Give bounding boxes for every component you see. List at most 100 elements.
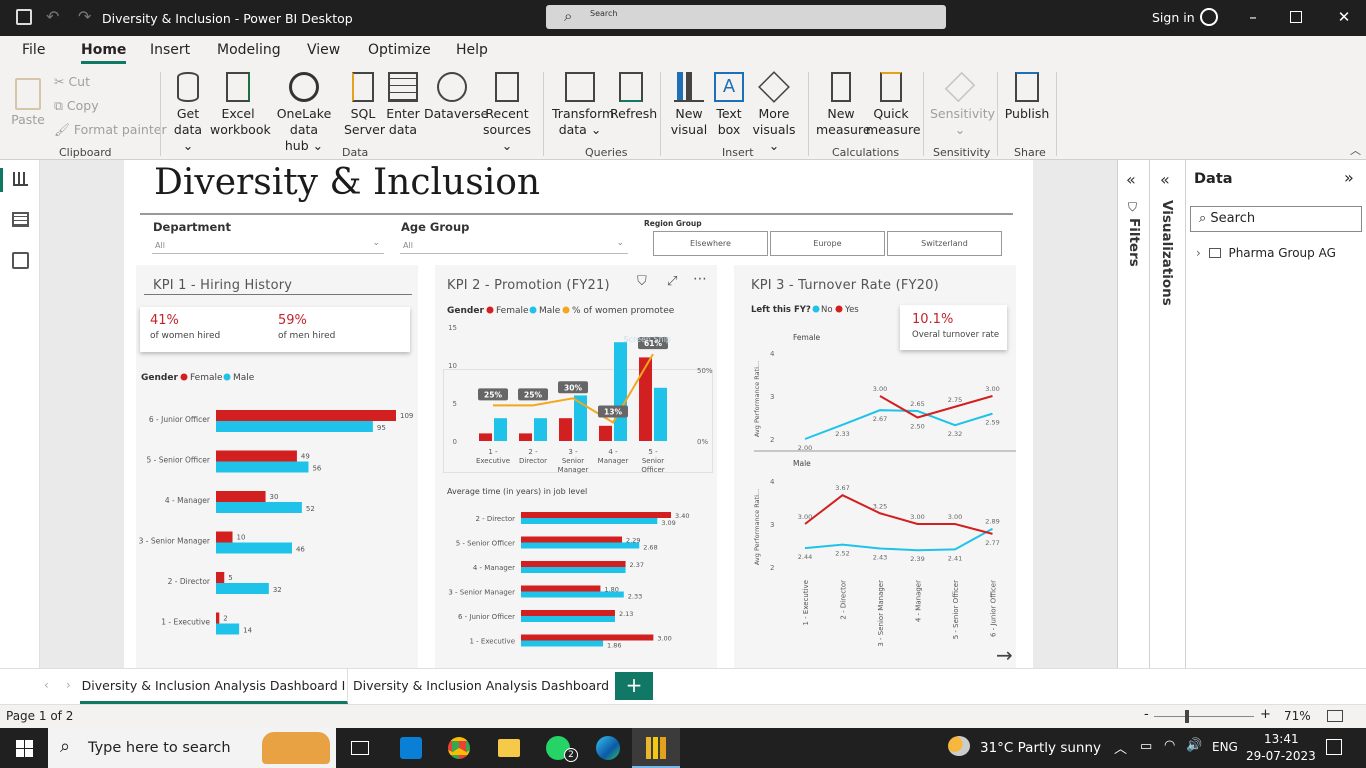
focus-mode-icon[interactable]: ⤢ — [667, 274, 677, 289]
menu-modeling[interactable]: Modeling — [217, 42, 281, 58]
network-icon[interactable]: ▭ — [1140, 739, 1152, 754]
filters-label[interactable]: Filters — [1126, 218, 1142, 267]
sign-in-link[interactable]: Sign in — [1152, 10, 1195, 25]
format-painter-button[interactable]: 🖌 Format painter — [54, 122, 167, 138]
language-indicator[interactable]: ENG — [1212, 740, 1238, 754]
show-hidden-icons[interactable]: ︿ — [1114, 738, 1127, 757]
edge-icon[interactable] — [596, 736, 620, 760]
get-data-button[interactable]: Get data ⌄ — [168, 72, 208, 154]
filter-icon[interactable]: ⛉ — [637, 274, 647, 289]
close-icon[interactable]: ✕ — [1334, 8, 1354, 28]
tab-dashboard-1[interactable]: Diversity & Inclusion Analysis Dashboard… — [80, 669, 348, 704]
zoom-slider[interactable] — [1154, 716, 1254, 717]
quick-measure-button[interactable]: Quick measure — [866, 72, 921, 138]
onelake-button[interactable]: OneLake data hub ⌄ — [266, 72, 342, 154]
collapse-ribbon-icon[interactable]: ︿ — [1350, 142, 1361, 158]
more-visuals-button[interactable]: More visuals ⌄ — [748, 71, 800, 154]
age-group-slicer[interactable]: All ⌄ — [400, 238, 628, 254]
no-value-label: 2.65 — [910, 400, 924, 408]
model-view-icon[interactable] — [12, 252, 29, 269]
copy-button[interactable]: ⧉ Copy — [54, 98, 99, 114]
region-option-elsewhere[interactable]: Elsewhere — [653, 231, 768, 256]
sensitivity-icon — [944, 71, 976, 103]
report-view-icon[interactable] — [0, 168, 3, 192]
transform-data-button[interactable]: Transform data ⌄ — [552, 72, 614, 138]
clock-date[interactable]: 29-07-2023 — [1246, 749, 1316, 763]
yes-value-label: 2.77 — [985, 539, 999, 547]
menu-file[interactable]: File — [22, 42, 45, 58]
menu-home[interactable]: Home — [81, 42, 127, 64]
taskbar-search[interactable]: ⌕ Type here to search — [48, 728, 336, 768]
redo-icon[interactable]: ↷ — [78, 7, 91, 26]
notifications-icon[interactable] — [1326, 739, 1342, 755]
new-measure-button[interactable]: New measure — [816, 72, 871, 138]
recent-sources-button[interactable]: Recent sources ⌄ — [480, 72, 534, 154]
volume-icon[interactable]: 🔊 — [1186, 738, 1202, 753]
fit-to-page-icon[interactable] — [1327, 710, 1343, 722]
maximize-icon[interactable] — [1290, 11, 1302, 23]
text-box-button[interactable]: A Text box — [712, 72, 746, 138]
clock-time[interactable]: 13:41 — [1264, 732, 1299, 746]
menu-optimize[interactable]: Optimize — [368, 42, 431, 58]
data-search-input[interactable]: ⌕ Search — [1190, 206, 1362, 232]
category-label-part: Manager — [598, 457, 629, 465]
file-explorer-icon[interactable] — [498, 739, 520, 757]
wifi-icon[interactable]: ◠ — [1164, 738, 1175, 753]
tab-scroll-right-icon[interactable]: › — [66, 678, 71, 692]
task-view-icon[interactable] — [351, 741, 369, 755]
next-page-arrow-icon[interactable]: → — [996, 643, 1013, 667]
menu-insert[interactable]: Insert — [150, 42, 190, 58]
expand-visualizations-icon[interactable]: « — [1160, 170, 1170, 189]
zoom-slider-thumb[interactable] — [1185, 710, 1189, 723]
female-bar — [521, 585, 601, 592]
save-icon[interactable] — [16, 9, 32, 25]
category-label: 3 - Senior Manager — [448, 589, 515, 597]
visualizations-label[interactable]: Visualizations — [1159, 200, 1175, 306]
menu-bar: File Home Insert Modeling View Optimize … — [0, 36, 1366, 66]
data-table-item[interactable]: › Pharma Group AG — [1196, 246, 1336, 260]
power-bi-taskbar-item[interactable] — [632, 728, 680, 768]
region-option-switzerland[interactable]: Switzerland — [887, 231, 1002, 256]
store-icon[interactable] — [400, 737, 422, 759]
report-view-button[interactable] — [13, 172, 28, 186]
chevron-right-icon[interactable]: › — [1196, 246, 1201, 260]
zoom-out-button[interactable]: - — [1144, 707, 1149, 722]
new-visual-button[interactable]: New visual — [670, 72, 708, 138]
more-options-icon[interactable]: ⋯ — [693, 271, 707, 287]
minimize-icon[interactable]: – — [1243, 8, 1263, 28]
table-view-icon[interactable] — [12, 212, 29, 227]
menu-view[interactable]: View — [307, 42, 340, 58]
undo-icon[interactable]: ↶ — [46, 7, 59, 26]
menu-help[interactable]: Help — [456, 42, 488, 58]
windows-start-icon[interactable] — [16, 740, 33, 757]
tab-dashboard-2[interactable]: Diversity & Inclusion Analysis Dashboard… — [350, 669, 612, 727]
filters-pane[interactable]: « ⛉ Filters — [1117, 160, 1150, 668]
weather-text[interactable]: 31°C Partly sunny — [980, 740, 1101, 756]
avatar-icon[interactable] — [1200, 8, 1218, 26]
tab-scroll-left-icon[interactable]: ‹ — [44, 678, 49, 692]
male-bar — [216, 421, 373, 432]
group-queries: Queries — [585, 146, 628, 159]
dataverse-button[interactable]: Dataverse — [424, 72, 488, 122]
publish-button[interactable]: Publish — [1004, 72, 1050, 122]
visualizations-pane[interactable]: « Visualizations — [1150, 160, 1186, 668]
add-page-button[interactable]: + — [615, 672, 653, 700]
zoom-in-button[interactable]: + — [1260, 707, 1271, 722]
region-option-europe[interactable]: Europe — [770, 231, 885, 256]
enter-data-button[interactable]: Enter data — [384, 72, 422, 138]
refresh-button[interactable]: Refresh — [610, 72, 657, 122]
collapse-data-icon[interactable]: » — [1344, 168, 1354, 187]
excel-workbook-button[interactable]: Excel workbook — [210, 72, 271, 138]
department-slicer[interactable]: All ⌄ — [152, 238, 384, 254]
sql-server-button[interactable]: SQL Server — [344, 72, 385, 138]
paste-button[interactable]: Paste — [10, 72, 46, 128]
sensitivity-button[interactable]: Sensitivity ⌄ — [930, 71, 995, 138]
kpi3-card: KPI 3 - Turnover Rate (FY20) Left this F… — [734, 265, 1016, 668]
female-value-label: 3.00 — [657, 635, 671, 643]
search-box[interactable]: ⌕ Search — [546, 5, 946, 29]
expand-filters-icon[interactable]: « — [1126, 170, 1136, 189]
paste-icon — [15, 78, 41, 110]
chrome-icon[interactable] — [448, 737, 470, 759]
cut-button[interactable]: ✂ Cut — [54, 74, 90, 89]
x-tick-label: 3 - Senior Manager — [877, 580, 885, 647]
